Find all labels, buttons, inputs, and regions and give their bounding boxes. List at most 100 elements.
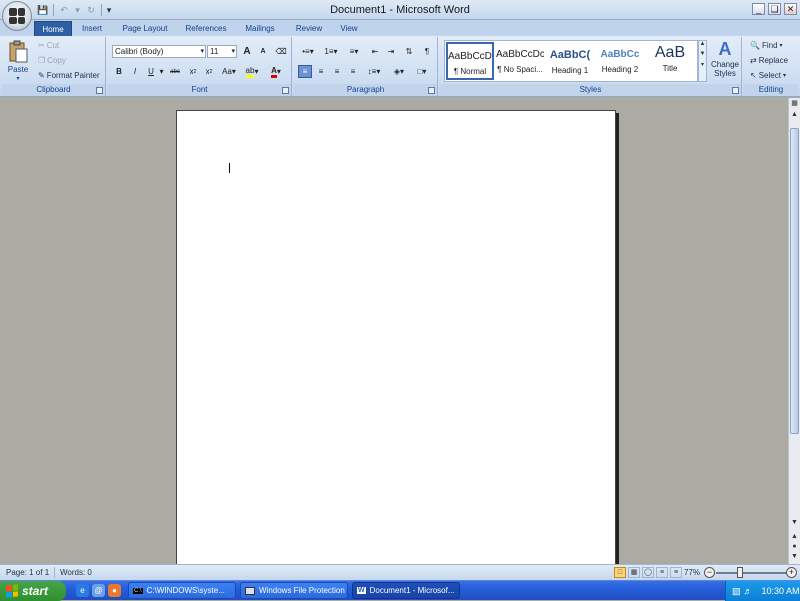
previous-page-icon[interactable]: ▲ xyxy=(790,532,799,542)
office-button[interactable] xyxy=(2,1,32,31)
web-layout-icon[interactable]: ◯ xyxy=(642,567,654,578)
tab-page-layout[interactable]: Page Layout xyxy=(116,21,174,36)
clipboard-launcher-icon[interactable] xyxy=(96,87,103,94)
replace-button[interactable]: ⇄ Replace xyxy=(750,56,788,65)
print-layout-icon[interactable]: □ xyxy=(614,567,626,578)
underline-dropdown-icon[interactable]: ▾ xyxy=(158,65,165,78)
zoom-slider-knob[interactable] xyxy=(737,567,743,578)
draft-icon[interactable]: ≡ xyxy=(670,567,682,578)
underline-button[interactable]: U xyxy=(144,65,158,78)
paragraph-launcher-icon[interactable] xyxy=(428,87,435,94)
style-name: Heading 2 xyxy=(601,65,639,74)
minimize-button[interactable]: _ xyxy=(752,3,765,15)
cut-button[interactable]: ✂ Cut xyxy=(38,41,59,50)
paragraph-group: •≡▾ 1≡▾ ≡▾ ⇤ ⇥ ⇅ ¶ ≡ ≡ ≡ ≡ ↕≡▾ ◈▾ □▾ Par… xyxy=(294,37,438,96)
more-styles-icon[interactable]: ▾ xyxy=(699,61,706,68)
ie-icon[interactable]: e xyxy=(76,584,89,597)
scroll-up-icon[interactable]: ▲ xyxy=(699,41,706,47)
sort-icon[interactable]: ⇅ xyxy=(402,45,416,58)
superscript-button[interactable]: x2 xyxy=(202,65,216,78)
word-count[interactable]: Words: 0 xyxy=(60,568,92,577)
change-case-button[interactable]: Aa▾ xyxy=(219,65,239,78)
style-normal[interactable]: AaBbCcDc ¶ Normal xyxy=(446,42,494,80)
increase-indent-icon[interactable]: ⇥ xyxy=(384,45,398,58)
bold-button[interactable]: B xyxy=(112,65,126,78)
justify-icon[interactable]: ≡ xyxy=(346,65,360,78)
taskbar-button-wfp[interactable]: Windows File Protection xyxy=(240,582,348,599)
style-title[interactable]: AaB Title xyxy=(646,42,694,80)
next-page-icon[interactable]: ▼ xyxy=(790,552,799,562)
font-color-icon[interactable]: A ▾ xyxy=(265,65,287,78)
zoom-slider[interactable] xyxy=(716,572,786,574)
clipboard-group-label: Clipboard xyxy=(2,84,105,95)
page-count[interactable]: Page: 1 of 1 xyxy=(6,568,49,577)
shrink-font-icon[interactable]: A xyxy=(256,45,270,58)
tab-review[interactable]: Review xyxy=(290,21,328,36)
highlight-color-icon[interactable]: ab ▾ xyxy=(242,65,262,78)
tab-home[interactable]: Home xyxy=(34,21,72,36)
clear-formatting-icon[interactable]: ⌫ xyxy=(274,45,288,58)
tab-references[interactable]: References xyxy=(180,21,232,36)
line-spacing-icon[interactable]: ↕≡▾ xyxy=(364,65,384,78)
scroll-down-arrow-icon[interactable]: ▼ xyxy=(790,518,799,528)
firefox-icon[interactable]: ● xyxy=(108,584,121,597)
browse-object-icon[interactable]: ● xyxy=(790,542,799,552)
zoom-out-icon[interactable]: − xyxy=(704,567,715,578)
styles-launcher-icon[interactable] xyxy=(732,87,739,94)
font-name-combo[interactable]: Calibri (Body) ▾ xyxy=(112,45,206,58)
editing-group: 🔍 Find ▾ ⇄ Replace ↖ Select ▾ Editing xyxy=(744,37,798,96)
ribbon-tabs: Home Insert Page Layout References Maili… xyxy=(0,20,800,36)
shading-icon[interactable]: ◈▾ xyxy=(389,65,409,78)
align-left-icon[interactable]: ≡ xyxy=(298,65,312,78)
format-painter-button[interactable]: ✎ Format Painter xyxy=(38,71,100,80)
change-styles-button[interactable]: A Change Styles xyxy=(710,39,740,78)
copy-button[interactable]: ❐ Copy xyxy=(38,56,66,65)
zoom-level[interactable]: 77% xyxy=(684,568,700,577)
font-size-combo[interactable]: 11 ▾ xyxy=(207,45,237,58)
outline-icon[interactable]: ≡ xyxy=(656,567,668,578)
style-no-spacing[interactable]: AaBbCcDc ¶ No Spaci... xyxy=(496,42,544,80)
show-formatting-icon[interactable]: ¶ xyxy=(420,45,434,58)
taskbar-button-word[interactable]: W Document1 - Microsof... xyxy=(352,582,460,599)
zoom-in-icon[interactable]: + xyxy=(786,567,797,578)
style-name: ¶ No Spaci... xyxy=(497,65,543,74)
font-launcher-icon[interactable] xyxy=(282,87,289,94)
window-title: Document1 - Microsoft Word xyxy=(330,4,470,16)
taskbar-button-cmd[interactable]: C:\ C:\WINDOWS\syste... xyxy=(128,582,236,599)
close-button[interactable]: ✕ xyxy=(784,3,797,15)
align-right-icon[interactable]: ≡ xyxy=(330,65,344,78)
volume-icon[interactable]: ♬ xyxy=(744,586,753,596)
paste-button[interactable]: Paste ▾ xyxy=(7,40,29,82)
select-button[interactable]: ↖ Select ▾ xyxy=(750,71,786,80)
borders-icon[interactable]: □▾ xyxy=(412,65,432,78)
strikethrough-button[interactable]: abc xyxy=(168,65,182,78)
multilevel-list-icon[interactable]: ≡▾ xyxy=(344,45,364,58)
style-preview: AaBbCcDc xyxy=(448,51,492,62)
style-preview: AaB xyxy=(654,44,686,61)
bullets-icon[interactable]: •≡▾ xyxy=(298,45,318,58)
ruler-toggle-icon[interactable]: ▦ xyxy=(790,99,799,109)
document-page[interactable] xyxy=(176,110,616,570)
align-center-icon[interactable]: ≡ xyxy=(314,65,328,78)
scroll-down-icon[interactable]: ▼ xyxy=(699,51,706,57)
style-heading-1[interactable]: AaBbC( Heading 1 xyxy=(546,42,594,80)
subscript-button[interactable]: x2 xyxy=(186,65,200,78)
chevron-down-icon: ▾ xyxy=(200,48,204,55)
italic-button[interactable]: I xyxy=(128,65,142,78)
tab-view[interactable]: View xyxy=(334,21,364,36)
tab-mailings[interactable]: Mailings xyxy=(238,21,282,36)
scroll-up-arrow-icon[interactable]: ▲ xyxy=(790,110,799,120)
find-button[interactable]: 🔍 Find ▾ xyxy=(750,41,783,50)
full-screen-reading-icon[interactable]: ▦ xyxy=(628,567,640,578)
vertical-scrollbar[interactable]: ▦ ▲ ▼ ▲ ● ▼ xyxy=(788,98,800,564)
style-heading-2[interactable]: AaBbCc Heading 2 xyxy=(596,42,644,80)
scroll-thumb[interactable] xyxy=(790,128,799,434)
numbering-icon[interactable]: 1≡▾ xyxy=(321,45,341,58)
decrease-indent-icon[interactable]: ⇤ xyxy=(368,45,382,58)
tab-insert[interactable]: Insert xyxy=(76,21,108,36)
network-icon[interactable]: ▧ xyxy=(732,586,741,597)
start-button[interactable]: start xyxy=(0,581,66,601)
grow-font-icon[interactable]: A xyxy=(240,45,254,58)
restore-button[interactable]: ❏ xyxy=(768,3,781,15)
outlook-express-icon[interactable]: @ xyxy=(92,584,105,597)
